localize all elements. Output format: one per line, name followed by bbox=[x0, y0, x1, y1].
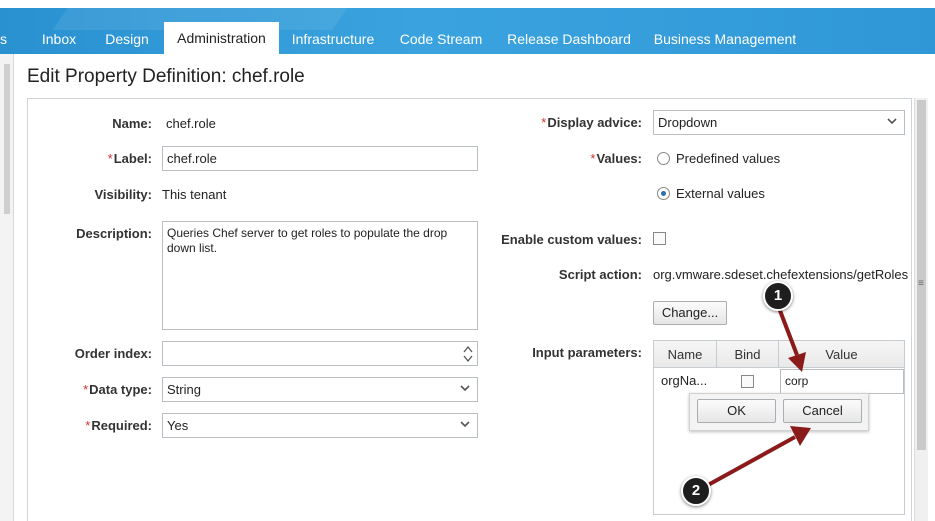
left-rail bbox=[0, 54, 14, 521]
tab-inbox[interactable]: Inbox bbox=[28, 24, 90, 54]
display-advice-label-text: Display advice: bbox=[547, 115, 642, 130]
display-advice-value: Dropdown bbox=[658, 115, 718, 130]
top-strip bbox=[0, 0, 935, 8]
required-label: *Required: bbox=[40, 418, 152, 433]
tab-code-stream[interactable]: Code Stream bbox=[391, 24, 491, 54]
required-select[interactable]: Yes bbox=[162, 413, 478, 438]
external-values-radio[interactable] bbox=[657, 187, 670, 200]
required-star: * bbox=[590, 151, 596, 166]
chevron-down-icon bbox=[460, 385, 470, 392]
edit-popup: OK Cancel bbox=[689, 393, 869, 431]
predefined-values-label[interactable]: Predefined values bbox=[676, 151, 780, 166]
data-type-select[interactable]: String bbox=[162, 377, 478, 402]
enable-custom-values-label: Enable custom values: bbox=[501, 232, 642, 247]
tab-release-dashboard[interactable]: Release Dashboard bbox=[499, 24, 639, 54]
change-button[interactable]: Change... bbox=[653, 301, 727, 325]
tab-business-management[interactable]: Business Management bbox=[645, 24, 805, 54]
scrollbar-thumb[interactable] bbox=[917, 100, 926, 450]
description-textarea[interactable]: Queries Chef server to get roles to popu… bbox=[162, 221, 478, 330]
grip-icon: ≡ bbox=[918, 278, 924, 289]
spinner-icon[interactable] bbox=[463, 344, 473, 364]
label-label-text: Label: bbox=[113, 151, 152, 166]
label-field[interactable]: chef.role bbox=[162, 146, 478, 171]
grid-col-value[interactable]: Value bbox=[779, 341, 904, 368]
cancel-button[interactable]: Cancel bbox=[783, 399, 862, 423]
tab-partial[interactable]: s bbox=[0, 24, 14, 54]
required-star: * bbox=[83, 382, 89, 397]
tab-design[interactable]: Design bbox=[94, 24, 160, 54]
external-values-label[interactable]: External values bbox=[676, 186, 765, 201]
enable-custom-values-checkbox[interactable] bbox=[653, 232, 666, 245]
tab-administration[interactable]: Administration bbox=[164, 22, 279, 54]
grid-col-name[interactable]: Name bbox=[654, 341, 717, 368]
required-star: * bbox=[107, 151, 113, 166]
required-label-text: Required: bbox=[91, 418, 152, 433]
annotation-badge-1: 1 bbox=[763, 281, 793, 311]
tab-infrastructure[interactable]: Infrastructure bbox=[283, 24, 383, 54]
script-action-value: org.vmware.sdeset.chefextensions/getRole… bbox=[653, 267, 908, 282]
visibility-label: Visibility: bbox=[94, 187, 152, 202]
name-value: chef.role bbox=[166, 116, 216, 131]
data-type-label: *Data type: bbox=[40, 382, 152, 397]
predefined-values-radio[interactable] bbox=[657, 152, 670, 165]
ok-button[interactable]: OK bbox=[697, 399, 776, 423]
chevron-down-icon bbox=[460, 421, 470, 428]
required-value: Yes bbox=[167, 418, 189, 433]
param-name-cell: orgNa... bbox=[661, 373, 708, 388]
data-type-value: String bbox=[167, 382, 201, 397]
values-label: *Values: bbox=[490, 151, 642, 166]
script-action-label: Script action: bbox=[558, 267, 642, 282]
label-label: *Label: bbox=[60, 151, 152, 166]
left-rail-handle[interactable] bbox=[4, 64, 10, 214]
required-star: * bbox=[541, 115, 547, 130]
page-title: Edit Property Definition: chef.role bbox=[27, 66, 305, 87]
main-navbar: s Inbox Design Administration Infrastruc… bbox=[0, 8, 935, 54]
visibility-value: This tenant bbox=[162, 187, 227, 202]
values-label-text: Values: bbox=[596, 151, 642, 166]
name-label: Name: bbox=[112, 116, 152, 131]
annotation-badge-2: 2 bbox=[681, 476, 711, 506]
chevron-down-icon bbox=[887, 118, 897, 125]
param-value-input[interactable]: corp bbox=[780, 369, 904, 394]
grid-header: Name Bind Value bbox=[654, 341, 904, 368]
description-label: Description: bbox=[76, 226, 152, 241]
page-scrollbar[interactable] bbox=[914, 98, 928, 521]
order-index-input[interactable] bbox=[162, 341, 478, 366]
display-advice-label: *Display advice: bbox=[490, 115, 642, 130]
grid-col-bind[interactable]: Bind bbox=[717, 341, 779, 368]
order-index-label: Order index: bbox=[74, 346, 152, 361]
table-row[interactable]: orgNa... corp bbox=[654, 368, 904, 396]
input-parameters-label: Input parameters: bbox=[532, 345, 642, 360]
param-bind-checkbox[interactable] bbox=[741, 375, 754, 388]
display-advice-select[interactable]: Dropdown bbox=[653, 110, 905, 135]
required-star: * bbox=[85, 418, 91, 433]
data-type-label-text: Data type: bbox=[89, 382, 152, 397]
